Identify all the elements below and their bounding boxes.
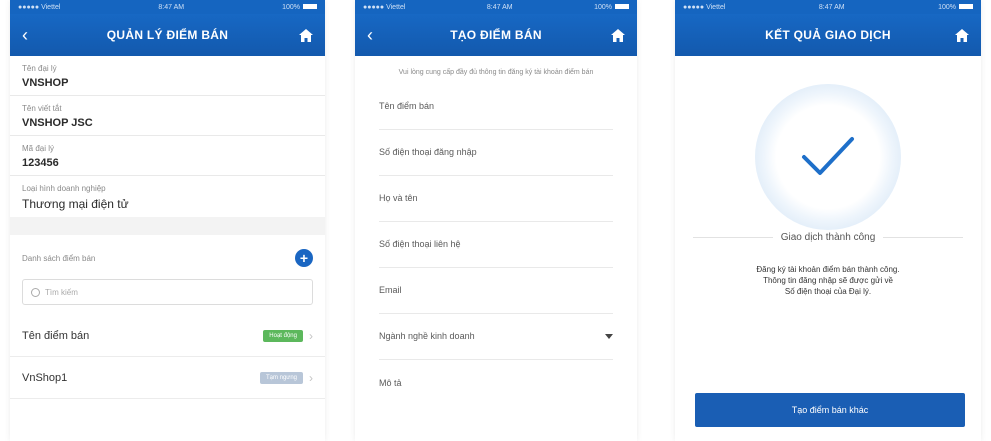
search-input[interactable]: Tìm kiếm (22, 279, 313, 305)
search-placeholder: Tìm kiếm (45, 287, 78, 297)
section-divider (10, 217, 325, 235)
home-icon (611, 28, 625, 42)
row-right: Hoạt động › (263, 329, 313, 343)
description-line: Thông tin đăng nhập sẽ được gửi về (763, 275, 893, 285)
success-message: Giao dịch thành công (780, 232, 876, 243)
field-label: Tên đại lý (22, 64, 57, 73)
email-field[interactable]: Email (379, 268, 613, 314)
battery-text: 100% (594, 3, 612, 11)
field-value: VNSHOP (22, 77, 69, 89)
home-button[interactable] (293, 28, 313, 42)
field-label: Loại hình doanh nghiệp (22, 184, 106, 193)
home-icon (955, 28, 969, 42)
screen-create-point: ●●●●● Viettel 8:47 AM 100% ‹ TẠO ĐIỂM BÁ… (355, 0, 637, 441)
page-title: KẾT QUẢ GIAO DỊCH (765, 28, 891, 42)
battery-indicator: 100% (938, 4, 973, 11)
divider-line (883, 237, 964, 238)
chevron-right-icon: › (309, 370, 313, 385)
battery-icon (302, 4, 317, 10)
point-name: VnShop1 (22, 371, 68, 384)
carrier-text: ●●●●● Viettel (363, 3, 406, 11)
field-short-name: Tên viết tắt VNSHOP JSC (10, 96, 325, 136)
nav-bar: ‹ TẠO ĐIỂM BÁN (355, 14, 637, 56)
result-panel: Giao dịch thành công Đăng ký tài khoản đ… (675, 84, 981, 297)
field-agent-name: Tên đại lý VNSHOP (10, 56, 325, 96)
divider-line (693, 237, 773, 238)
description-field[interactable]: Mô tả (379, 360, 613, 406)
battery-indicator: 100% (282, 4, 317, 11)
contact-phone-field[interactable]: Số điện thoại liên hệ (379, 222, 613, 268)
result-description: Đăng ký tài khoản điểm bán thành công. T… (675, 243, 981, 297)
field-placeholder: Email (379, 285, 402, 296)
nav-bar: KẾT QUẢ GIAO DỊCH (675, 14, 981, 56)
list-item[interactable]: Tên điểm bán Hoạt động › (10, 315, 325, 357)
description-line: Đăng ký tài khoản điểm bán thành công. (756, 265, 900, 274)
description-line: Số điện thoại của Đại lý. (784, 286, 872, 296)
add-point-button[interactable]: + (295, 249, 313, 267)
status-bar: ●●●●● Viettel 8:47 AM 100% (10, 0, 325, 14)
battery-icon (958, 4, 973, 10)
status-bar: ●●●●● Viettel 8:47 AM 100% (355, 0, 637, 14)
field-label: Tên viết tắt (22, 104, 62, 113)
battery-icon (614, 4, 629, 10)
field-value: VNSHOP JSC (22, 117, 93, 129)
field-agent-code: Mã đại lý 123456 (10, 136, 325, 176)
row-right: Tạm ngưng › (259, 370, 313, 385)
success-ring (755, 84, 901, 230)
search-icon (31, 287, 40, 297)
login-phone-field[interactable]: Số điện thoại đăng nhập (379, 130, 613, 176)
screen-manage-points: ●●●●● Viettel 8:47 AM 100% ‹ QUẢN LÝ ĐIỂ… (10, 0, 325, 441)
point-name: Tên điểm bán (22, 329, 90, 342)
field-placeholder: Mô tả (379, 377, 402, 388)
field-placeholder: Số điện thoại đăng nhập (379, 147, 477, 158)
field-placeholder: Số điện thoại liên hệ (379, 239, 461, 250)
field-placeholder: Ngành nghề kinh doanh (379, 331, 475, 342)
home-button[interactable] (949, 28, 969, 42)
page-title: QUẢN LÝ ĐIỂM BÁN (106, 28, 229, 42)
time-text: 8:47 AM (818, 3, 845, 11)
battery-indicator: 100% (594, 4, 629, 11)
time-text: 8:47 AM (486, 3, 513, 11)
page-title: TẠO ĐIỂM BÁN (450, 28, 542, 42)
battery-text: 100% (282, 3, 300, 11)
field-value: 123456 (22, 157, 59, 169)
back-button[interactable]: ‹ (367, 26, 387, 44)
chevron-right-icon: › (309, 328, 313, 343)
business-sector-select[interactable]: Ngành nghề kinh doanh (379, 314, 613, 360)
home-button[interactable] (605, 28, 625, 42)
list-item[interactable]: VnShop1 Tạm ngưng › (10, 357, 325, 399)
carrier-text: ●●●●● Viettel (683, 3, 726, 11)
back-button[interactable]: ‹ (22, 26, 42, 44)
battery-text: 100% (938, 3, 956, 11)
point-name-field[interactable]: Tên điểm bán (379, 84, 613, 130)
dropdown-arrow-icon (605, 333, 613, 339)
carrier-text: ●●●●● Viettel (18, 3, 61, 11)
home-icon (299, 28, 313, 42)
status-bar: ●●●●● Viettel 8:47 AM 100% (675, 0, 981, 14)
nav-bar: ‹ QUẢN LÝ ĐIỂM BÁN (10, 14, 325, 56)
field-business-type: Loại hình doanh nghiệp Thương mại điện t… (10, 176, 325, 217)
time-text: 8:47 AM (158, 3, 185, 11)
field-label: Mã đại lý (22, 144, 55, 153)
field-placeholder: Tên điểm bán (379, 101, 435, 112)
field-value: Thương mại điện tử (22, 197, 129, 211)
create-another-button[interactable]: Tạo điểm bán khác (695, 393, 965, 427)
screen-transaction-result: ●●●●● Viettel 8:47 AM 100% KẾT QUẢ GIAO … (675, 0, 981, 441)
list-title: Danh sách điểm bán (22, 253, 96, 263)
form-instruction: Vui lòng cung cấp đầy đủ thông tin đăng … (398, 69, 594, 76)
field-placeholder: Họ và tên (379, 193, 418, 204)
status-badge: Hoạt động (263, 329, 303, 342)
list-header: Danh sách điểm bán + (10, 235, 325, 273)
success-divider: Giao dịch thành công (693, 232, 964, 243)
full-name-field[interactable]: Họ và tên (379, 176, 613, 222)
checkmark-icon (802, 137, 854, 175)
status-badge: Tạm ngưng (259, 371, 303, 384)
